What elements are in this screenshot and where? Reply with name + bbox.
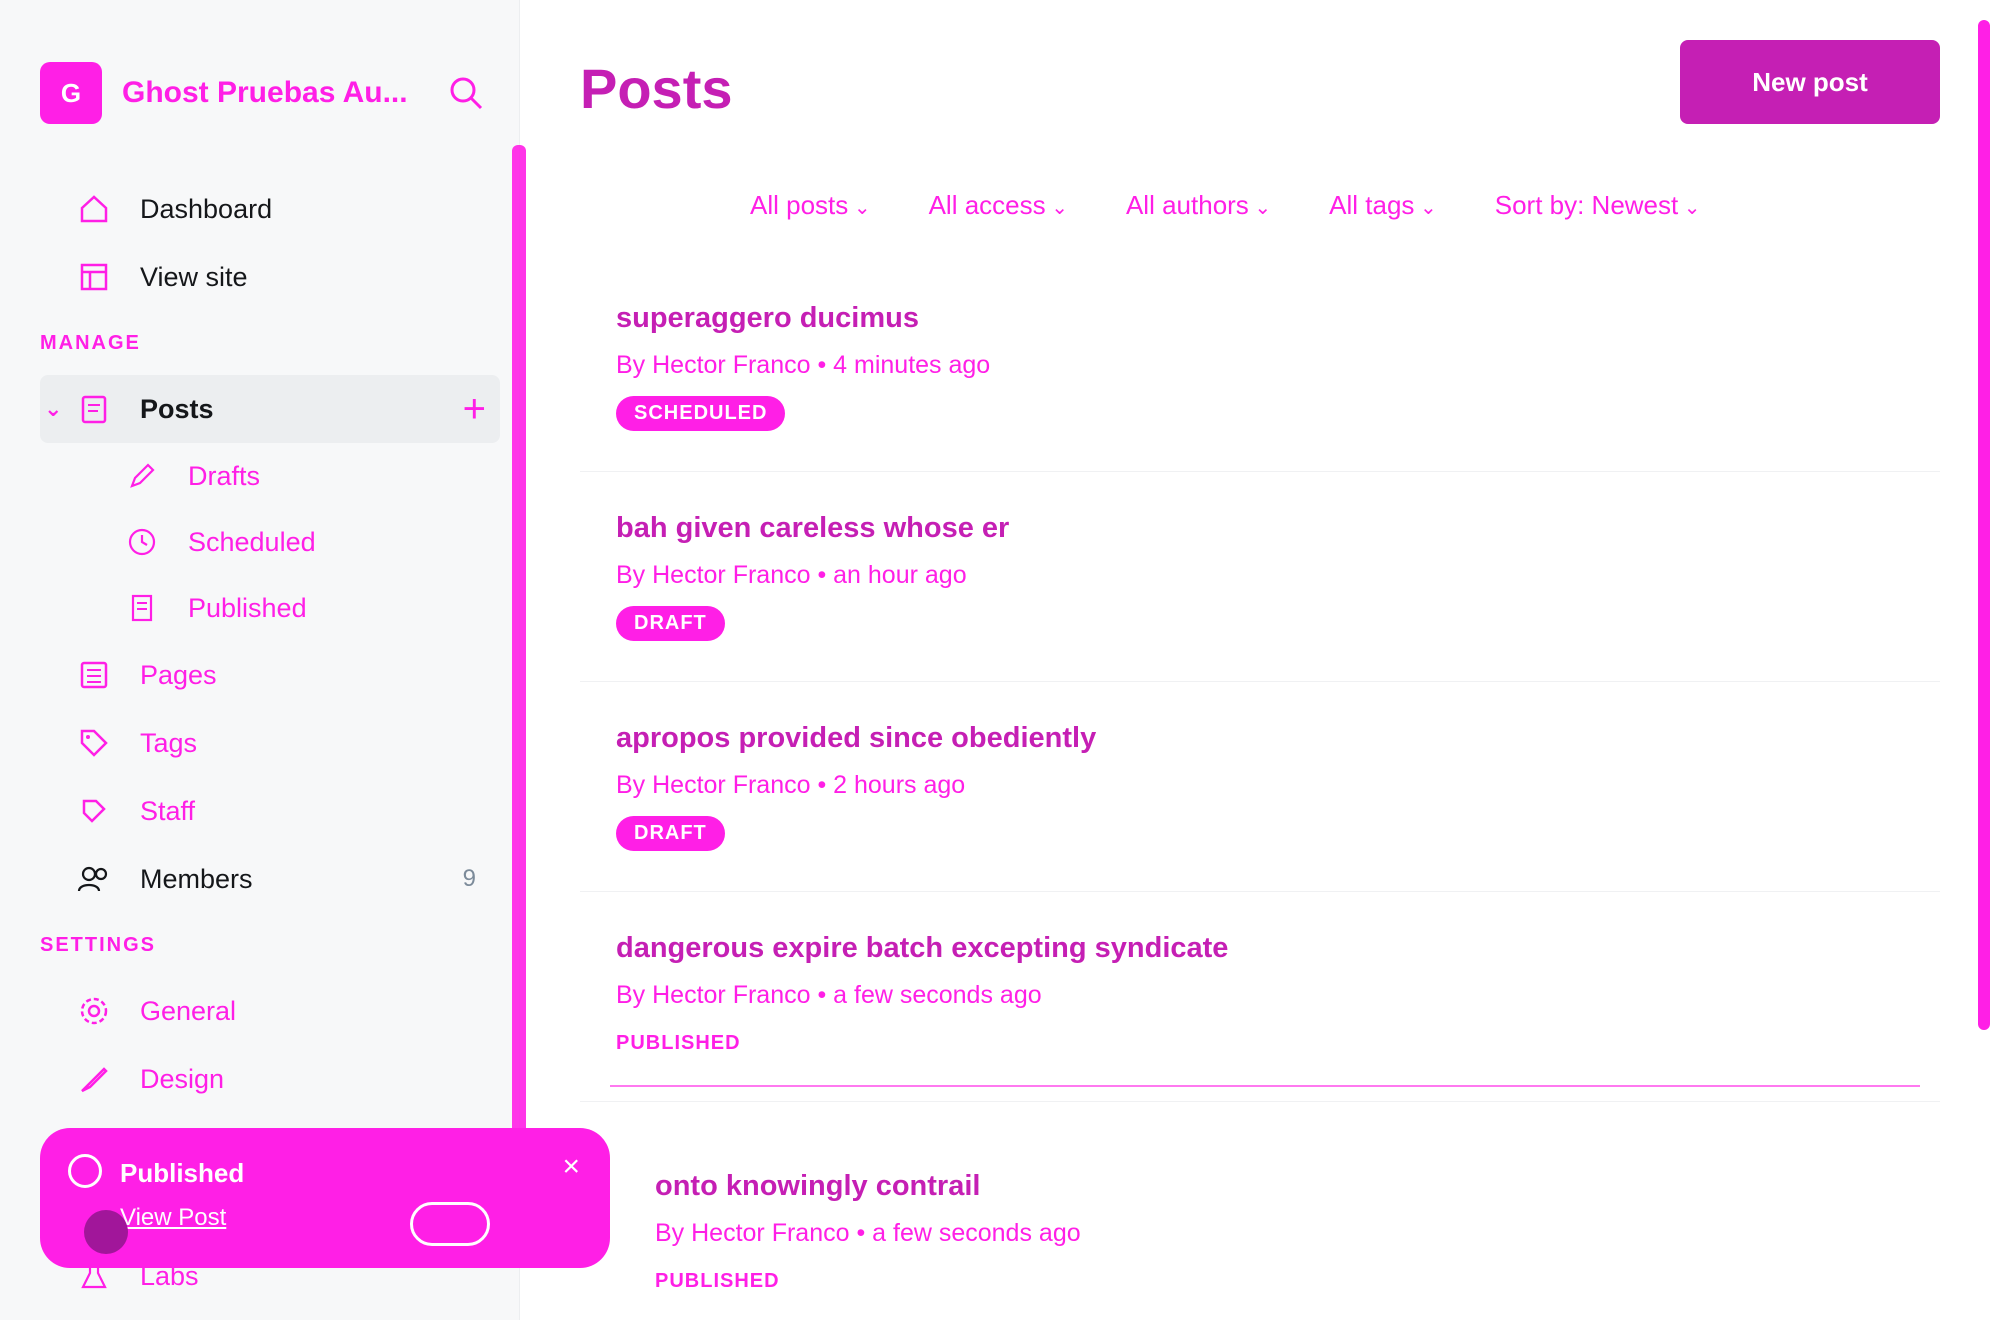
gear-icon [76,993,112,1029]
filter-tag-select[interactable]: All tags [1329,190,1437,221]
main-scrollbar[interactable] [1978,20,1990,1030]
sidebar-item-label: Design [140,1063,225,1094]
list-item[interactable]: dangerous expire batch excepting syndica… [580,892,1940,1102]
clock-icon [124,524,160,560]
sidebar-item-label: Staff [140,795,196,826]
status-badge: DRAFT [616,816,725,851]
published-toast: Published View Post × [40,1128,610,1268]
sidebar-item-scheduled[interactable]: Scheduled [40,509,500,575]
posts-icon [76,391,112,427]
chevron-down-icon[interactable]: ⌄ [44,396,62,422]
check-circle-icon [68,1154,102,1188]
post-title[interactable]: superaggero ducimus [616,302,1940,335]
sidebar-nav: Dashboard View site MANAGE ⌄ Posts + Dra… [40,175,500,1113]
filter-access-select[interactable]: All access [929,190,1068,221]
flask-icon [76,1258,112,1294]
status-badge: PUBLISHED [616,1032,741,1054]
sidebar-item-posts[interactable]: ⌄ Posts + [40,375,500,443]
layout-icon [76,259,112,295]
site-logo[interactable]: G [40,62,102,124]
sidebar-item-tags[interactable]: Tags [40,709,500,777]
post-meta: By Hector Franco • a few seconds ago [616,981,1042,1009]
post-title[interactable]: bah given careless whose er [616,512,1940,545]
sidebar-item-label: Posts [140,393,214,424]
section-manage-label: MANAGE [40,331,141,354]
sidebar-item-label: Dashboard [140,193,273,224]
sidebar-item-label: Pages [140,659,217,690]
list-item[interactable]: superaggero ducimus By Hector Franco • 4… [580,262,1940,472]
sidebar-item-label: Published [188,592,307,623]
sidebar-item-label: Tags [140,727,198,758]
sidebar-item-label: General [140,995,237,1026]
sidebar-item-staff[interactable]: Staff [40,777,500,845]
page-title: Posts [580,57,733,120]
home-icon [76,191,112,227]
list-item[interactable]: apropos provided since obediently By Hec… [580,682,1940,892]
sidebar-scrollbar[interactable] [512,145,526,1145]
sidebar-item-members[interactable]: Members 9 [40,845,500,913]
avatar[interactable] [84,1210,128,1254]
pages-icon [76,657,112,693]
post-meta: By Hector Franco • a few seconds ago [655,1219,1081,1247]
section-settings-label: SETTINGS [40,933,157,956]
main-content: Posts New post All posts All access All … [560,0,1960,1320]
status-badge: SCHEDULED [616,396,786,431]
sidebar-item-label: Members [140,863,253,894]
sidebar: G Ghost Pruebas Au... Dashboard View sit… [0,0,526,1320]
sidebar-item-label: Labs [140,1260,199,1291]
post-title[interactable]: apropos provided since obediently [616,722,1940,755]
post-list: superaggero ducimus By Hector Franco • 4… [580,262,1940,1102]
document-check-icon [124,590,160,626]
sidebar-item-design[interactable]: Design [40,1045,500,1113]
sidebar-header: G Ghost Pruebas Au... [40,48,500,138]
brush-icon [76,1061,112,1097]
sidebar-item-view-site[interactable]: View site [40,243,500,311]
sidebar-item-published[interactable]: Published [40,575,500,641]
post-meta: By Hector Franco • 4 minutes ago [616,351,991,379]
sidebar-item-drafts[interactable]: Drafts [40,443,500,509]
members-icon [76,861,112,897]
sidebar-item-label: Drafts [188,460,261,491]
list-item[interactable]: bah given careless whose er By Hector Fr… [580,472,1940,682]
sidebar-item-dashboard[interactable]: Dashboard [40,175,500,243]
staff-icon [76,793,112,829]
post-title[interactable]: dangerous expire batch excepting syndica… [616,932,1940,965]
theme-toggle[interactable] [410,1202,490,1246]
post-title[interactable]: onto knowingly contrail [655,1170,1081,1203]
sidebar-item-labs[interactable]: Labs [76,1258,199,1294]
sidebar-item-label: View site [140,261,248,292]
sidebar-item-label: Scheduled [188,526,316,557]
pencil-icon [124,458,160,494]
list-item[interactable]: onto knowingly contrail By Hector Franco… [655,1170,1081,1299]
sidebar-item-general[interactable]: General [40,977,500,1045]
tag-icon [76,725,112,761]
status-badge: DRAFT [616,606,725,641]
post-meta: By Hector Franco • an hour ago [616,561,967,589]
toast-title: Published [120,1158,245,1188]
search-icon[interactable] [444,71,488,115]
filter-type-select[interactable]: All posts [750,190,871,221]
post-meta: By Hector Franco • 2 hours ago [616,771,966,799]
view-post-link[interactable]: View Post [120,1204,226,1232]
new-post-button[interactable]: New post [1680,40,1940,124]
members-count: 9 [462,865,476,892]
filter-bar: All posts All access All authors All tag… [750,190,1701,221]
sort-select[interactable]: Sort by: Newest [1495,190,1701,221]
site-title[interactable]: Ghost Pruebas Au... [122,76,412,110]
sidebar-item-pages[interactable]: Pages [40,641,500,709]
add-post-icon[interactable]: + [463,387,486,432]
list-divider [610,1085,1920,1087]
filter-author-select[interactable]: All authors [1126,190,1271,221]
status-badge: PUBLISHED [655,1270,780,1292]
